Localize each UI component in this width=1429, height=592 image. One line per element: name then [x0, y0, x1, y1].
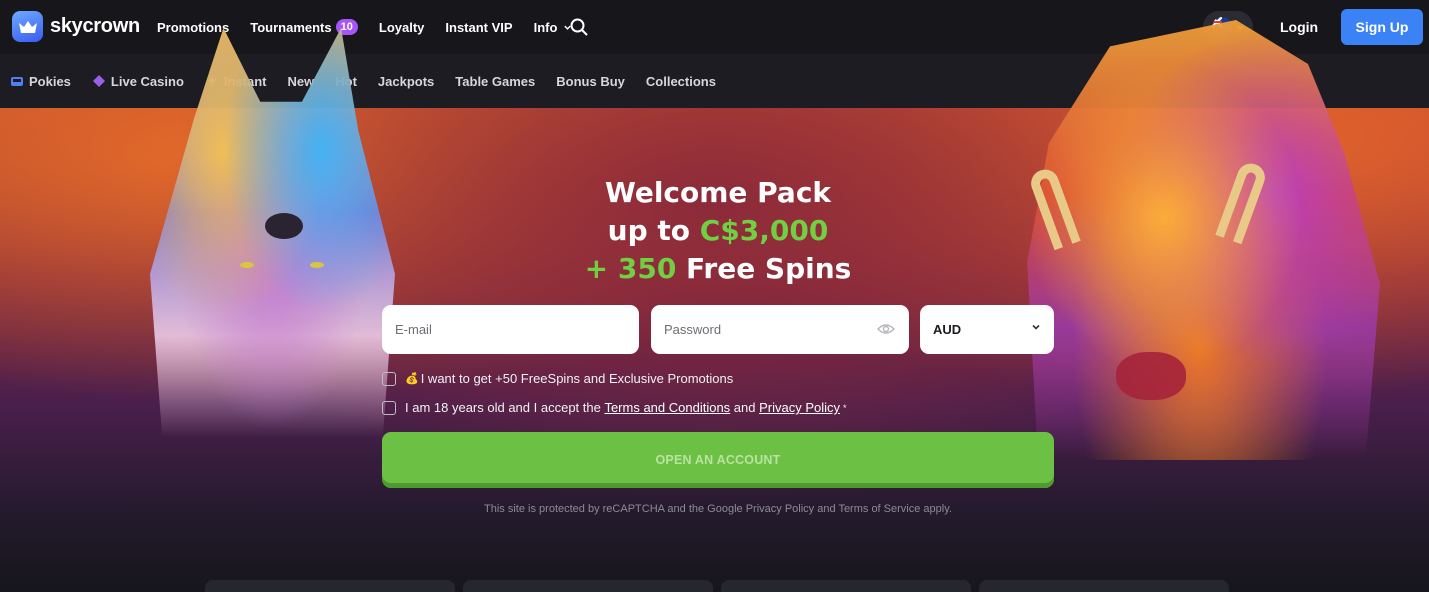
crown-icon: [12, 11, 43, 42]
slot-machine-icon: [11, 77, 23, 86]
headline-line-2: up to C$3,000: [520, 212, 916, 250]
currency-value: AUD: [933, 322, 962, 337]
nav-loyalty[interactable]: Loyalty: [379, 20, 425, 35]
game-tile[interactable]: [979, 580, 1229, 592]
free-spins-label: Free Spins: [676, 252, 852, 285]
category-live-casino-label: Live Casino: [110, 73, 184, 89]
category-jackpots[interactable]: Jackpots: [378, 74, 434, 89]
category-table-games-label: Table Games: [455, 73, 536, 89]
category-table-games[interactable]: Table Games: [455, 74, 535, 89]
email-placeholder: E-mail: [395, 322, 432, 337]
promo-consent-label: I want to get +50 FreeSpins and Exclusiv…: [420, 371, 734, 386]
game-tile[interactable]: [205, 580, 455, 592]
spade-icon: [92, 75, 105, 87]
welcome-headline: Welcome Pack up to C$3,000 + 350 Free Sp…: [520, 174, 916, 288]
nav-instant-vip[interactable]: Instant VIP: [445, 20, 512, 35]
category-pokies-label: Pokies: [29, 73, 71, 89]
headline-line-3: + 350 Free Spins: [520, 250, 916, 288]
nav-info-label: Info: [533, 19, 558, 35]
password-placeholder: Password: [664, 322, 722, 337]
nav-instant-vip-label: Instant VIP: [445, 19, 513, 35]
recaptcha-notice: This site is protected by reCAPTCHA and …: [484, 503, 952, 515]
bonus-amount: C$3,000: [699, 214, 829, 247]
currency-select[interactable]: AUD: [920, 305, 1054, 354]
wolf-eye: [310, 262, 324, 268]
category-jackpots-label: Jackpots: [377, 73, 435, 89]
wolf-nose: [265, 213, 303, 239]
age-terms-row: I am 18 years old and I accept the Terms…: [382, 400, 847, 415]
category-bonus-buy-label: Bonus Buy: [556, 73, 625, 89]
wolf-eye: [240, 262, 254, 268]
email-field[interactable]: E-mail: [382, 305, 639, 354]
free-spins-count: + 350: [584, 252, 677, 285]
bison-nose: [1116, 352, 1186, 400]
category-live-casino[interactable]: Live Casino: [92, 74, 184, 89]
privacy-policy-link[interactable]: Privacy Policy: [759, 400, 840, 415]
eye-icon[interactable]: [877, 322, 895, 336]
category-bonus-buy[interactable]: Bonus Buy: [556, 74, 625, 89]
nav-promotions-label: Promotions: [157, 19, 230, 35]
category-collections-label: Collections: [645, 73, 716, 89]
and-text: and: [730, 400, 760, 415]
category-pokies[interactable]: Pokies: [10, 74, 71, 89]
age-terms-label: I am 18 years old and I accept the: [405, 400, 605, 415]
password-field[interactable]: Password: [651, 305, 909, 354]
headline-prefix: up to: [607, 214, 700, 247]
nav-tournaments-label: Tournaments: [250, 19, 332, 35]
search-icon[interactable]: [569, 17, 589, 37]
required-marker: *: [843, 402, 847, 413]
brand-logo[interactable]: skycrown: [12, 11, 140, 42]
nav-promotions[interactable]: Promotions: [157, 20, 229, 35]
headline-line-1: Welcome Pack: [604, 176, 832, 209]
nav-loyalty-label: Loyalty: [378, 19, 425, 35]
category-collections[interactable]: Collections: [646, 74, 716, 89]
game-tile[interactable]: [463, 580, 713, 592]
money-bag-icon: 💰: [405, 373, 419, 385]
game-tile[interactable]: [721, 580, 971, 592]
terms-link[interactable]: Terms and Conditions: [604, 400, 730, 415]
brand-name: skycrown: [50, 15, 140, 37]
promo-checkbox[interactable]: [382, 371, 396, 386]
login-button[interactable]: Login: [1268, 13, 1330, 41]
age-terms-checkbox[interactable]: [382, 400, 396, 415]
open-account-button[interactable]: OPEN AN ACCOUNT: [382, 432, 1054, 488]
promo-consent-row: 💰 I want to get +50 FreeSpins and Exclus…: [382, 371, 733, 386]
chevron-down-icon: [1032, 324, 1040, 330]
signup-button[interactable]: Sign Up: [1341, 9, 1423, 45]
nav-info[interactable]: Info: [534, 20, 573, 35]
